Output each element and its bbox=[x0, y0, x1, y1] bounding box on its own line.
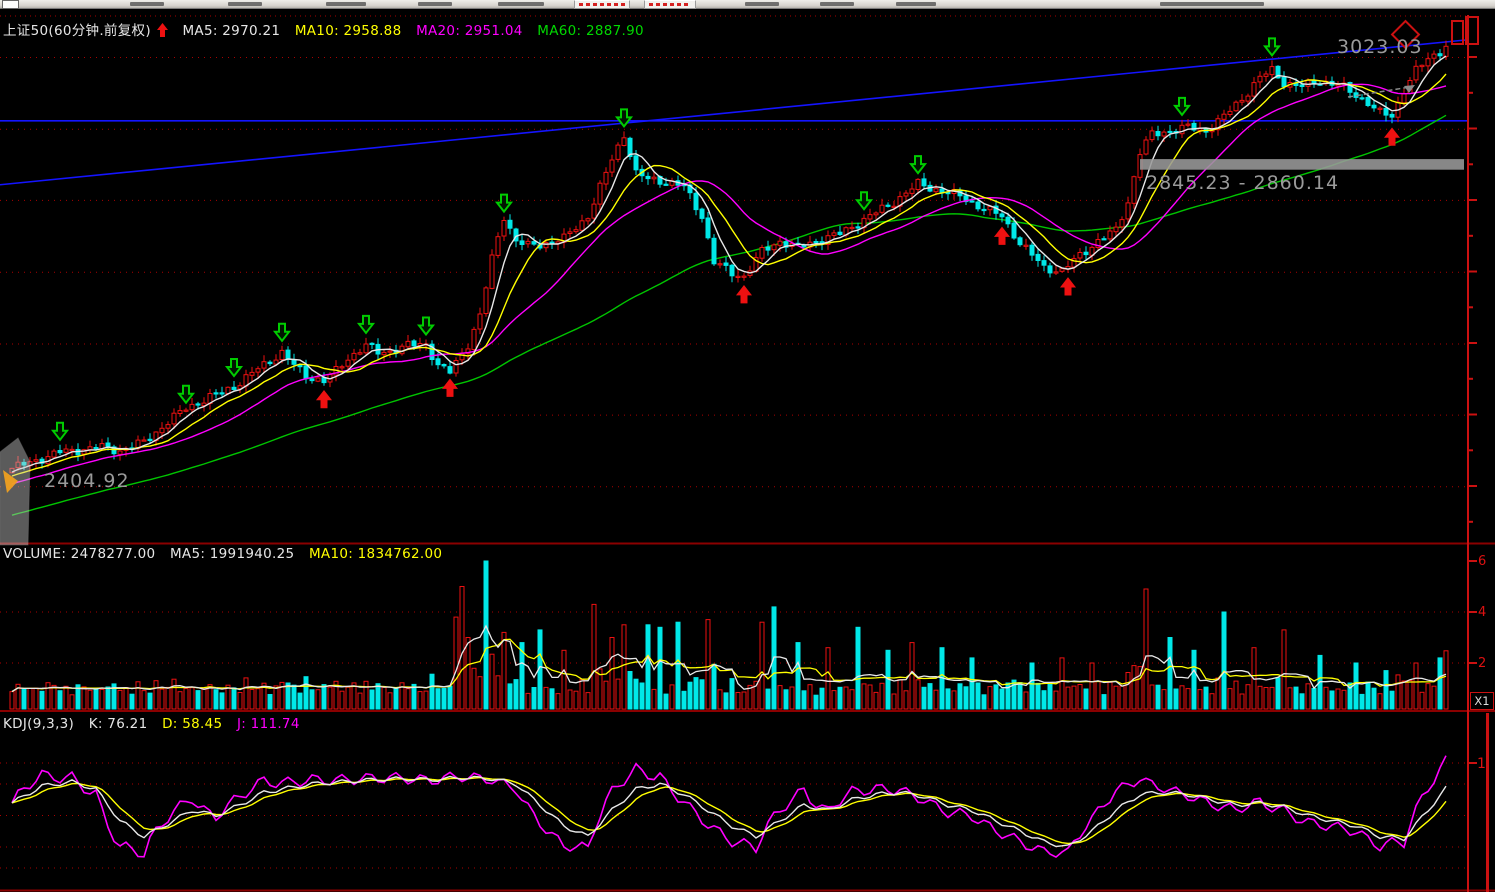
ma20-value: MA20: 2951.04 bbox=[416, 23, 523, 39]
buy-signal-up-arrow-icon bbox=[443, 379, 457, 396]
sell-signal-down-arrow-icon bbox=[359, 316, 373, 333]
ma5-value: MA5: 2970.21 bbox=[182, 23, 280, 39]
sell-signal-down-arrow-icon bbox=[227, 359, 241, 376]
sell-signal-down-arrow-icon bbox=[1265, 38, 1279, 55]
kdj-axis-tick: 1 bbox=[1477, 756, 1486, 772]
volume-ma5-value: MA5: 1991940.25 bbox=[170, 546, 294, 562]
resistance-zone bbox=[1140, 159, 1464, 170]
kdj-d-value: D: 58.45 bbox=[162, 716, 222, 732]
sell-signal-down-arrow-icon bbox=[1175, 98, 1189, 115]
left-edge-scroll-overlay[interactable] bbox=[0, 438, 30, 545]
buy-signal-up-arrow-icon bbox=[995, 227, 1009, 244]
sell-signal-down-arrow-icon bbox=[419, 317, 433, 334]
kdj-pane-header: KDJ(9,3,3) K: 76.21 D: 58.45 J: 111.74 bbox=[3, 716, 310, 732]
ma10-value: MA10: 2958.88 bbox=[295, 23, 402, 39]
volume-pane-header: VOLUME: 2478277.00 MA5: 1991940.25 MA10:… bbox=[3, 546, 452, 562]
sell-signal-down-arrow-icon bbox=[275, 324, 289, 341]
sell-signal-down-arrow-icon bbox=[179, 386, 193, 403]
buy-signal-up-arrow-icon bbox=[737, 286, 751, 303]
volume-pane[interactable] bbox=[0, 561, 1468, 709]
low-price-label: 2404.92 bbox=[44, 470, 130, 492]
volume-axis-tick-4: 4 bbox=[1478, 605, 1486, 620]
double-window-icon[interactable] bbox=[1452, 17, 1478, 44]
kdj-name: KDJ(9,3,3) bbox=[3, 716, 74, 732]
main-pane-header: 上证50(60分钟.前复权) MA5: 2970.21 MA10: 2958.8… bbox=[3, 19, 654, 39]
volume-ma10-value: MA10: 1834762.00 bbox=[309, 546, 442, 562]
high-price-label: 3023.03 bbox=[1337, 36, 1423, 58]
sell-signal-down-arrow-icon bbox=[497, 195, 511, 212]
sell-signal-down-arrow-icon bbox=[857, 192, 871, 209]
volume-axis-tick-6: 6 bbox=[1478, 554, 1486, 569]
pane-frame bbox=[0, 15, 1495, 892]
sell-signal-down-arrow-icon bbox=[53, 423, 67, 440]
volume-multiplier-badge[interactable]: X1 bbox=[1470, 692, 1494, 710]
volume-axis-tick-2: 2 bbox=[1478, 656, 1486, 671]
kdj-pane[interactable] bbox=[0, 756, 1468, 868]
chart-title: 上证50(60分钟.前复权) bbox=[3, 23, 151, 39]
sell-signal-down-arrow-icon bbox=[911, 156, 925, 173]
buy-signal-up-arrow-icon bbox=[157, 23, 168, 37]
kdj-k-value: K: 76.21 bbox=[89, 716, 148, 732]
buy-signal-up-arrow-icon bbox=[1061, 278, 1075, 295]
chart-canvas[interactable] bbox=[0, 0, 1495, 892]
kdj-j-value: J: 111.74 bbox=[237, 716, 300, 732]
zone-range-label: 2845.23 - 2860.14 bbox=[1146, 172, 1339, 194]
buy-signal-up-arrow-icon bbox=[317, 391, 331, 408]
volume-value: VOLUME: 2478277.00 bbox=[3, 546, 155, 562]
ma60-value: MA60: 2887.90 bbox=[537, 23, 644, 39]
main-price-pane[interactable] bbox=[0, 16, 1468, 515]
